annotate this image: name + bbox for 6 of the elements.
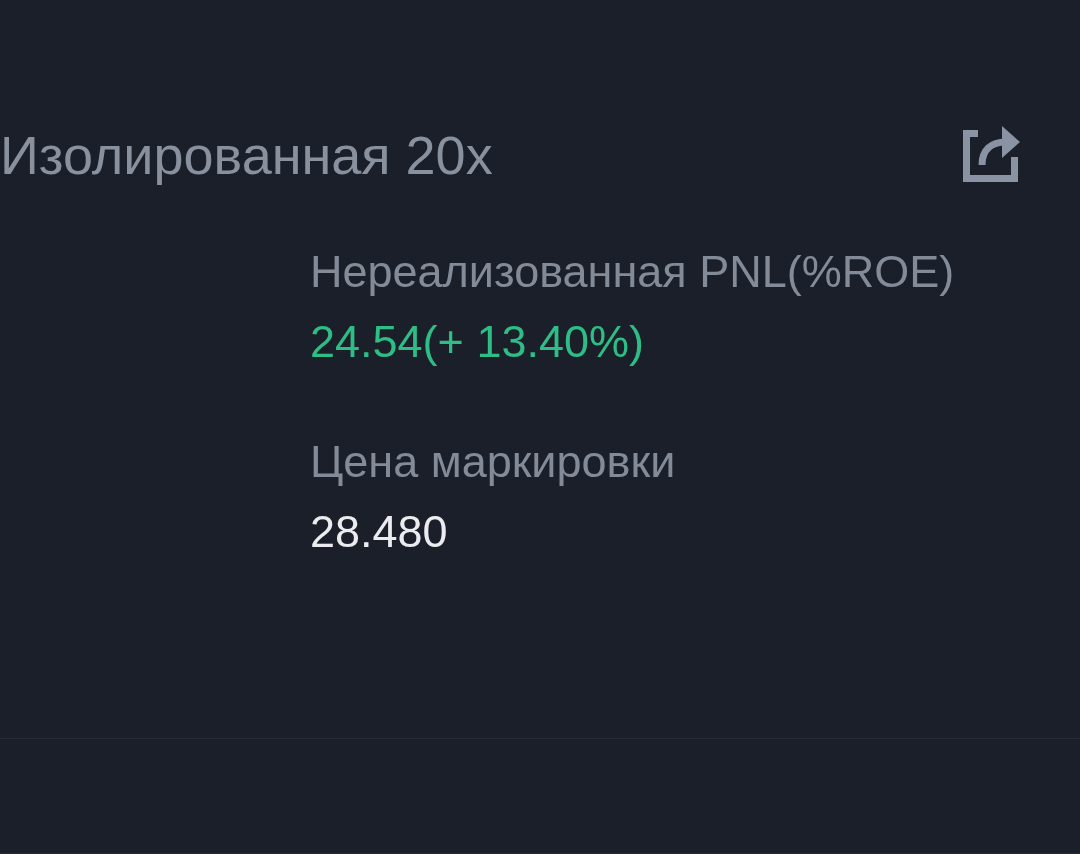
field-value: 24.54(+ 13.40%) <box>310 319 644 364</box>
share-icon <box>963 125 1020 182</box>
field-label: Цена маркировки <box>310 439 676 484</box>
share-button[interactable] <box>963 125 1020 182</box>
field-value: 28.480 <box>310 509 448 554</box>
field-label: Нереализованная PNL(%ROE) <box>310 249 955 294</box>
